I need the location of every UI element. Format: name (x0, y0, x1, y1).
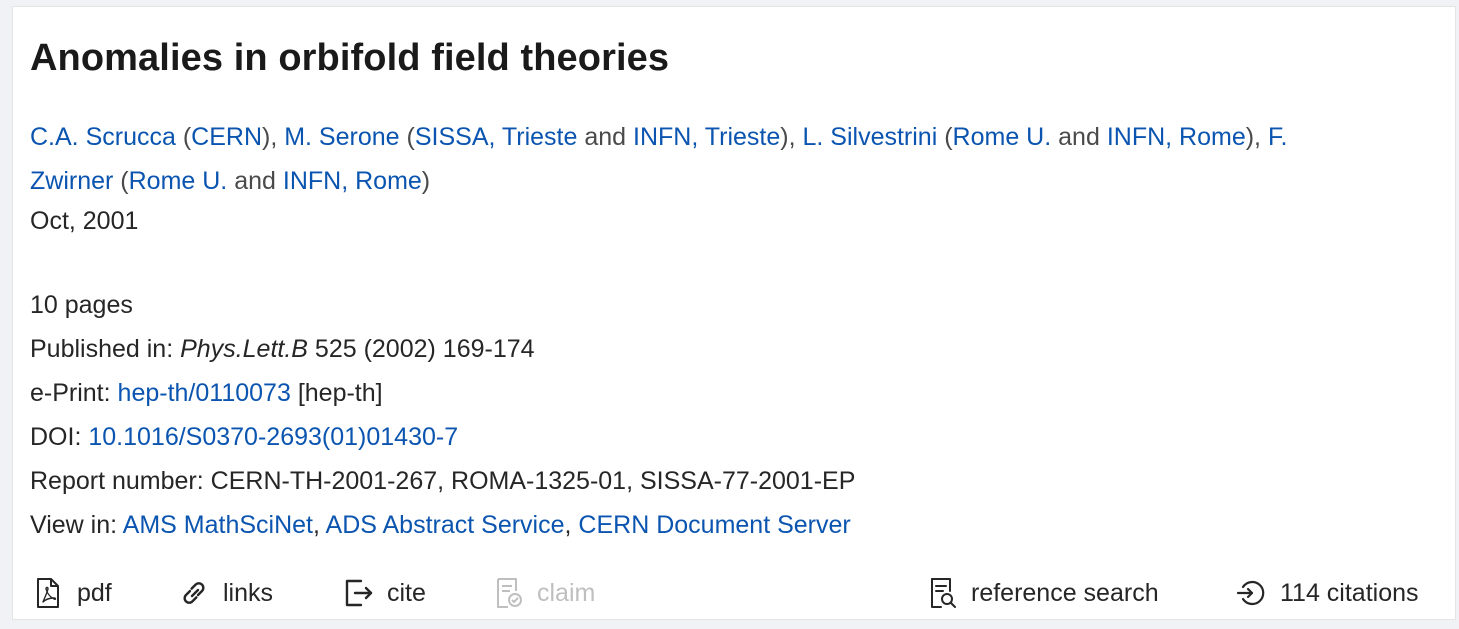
affiliation-link[interactable]: CERN (191, 123, 262, 151)
affiliation-link[interactable]: Rome U. (129, 167, 228, 195)
claim-button: claim (493, 573, 595, 613)
links-button[interactable]: links (179, 573, 273, 613)
file-pdf-icon (37, 578, 59, 608)
citations-button[interactable]: 114 citations (1236, 573, 1419, 613)
pdf-label: pdf (77, 578, 112, 607)
links-label: links (223, 578, 274, 607)
doi-link[interactable]: 10.1016/S0370-2693(01)01430-7 (88, 423, 458, 451)
doi-info: DOI: 10.1016/S0370-2693(01)01430-7 (30, 423, 458, 452)
link-icon (183, 582, 205, 604)
literature-record-card: Anomalies in orbifold field theories C.A… (12, 6, 1456, 620)
author-link[interactable]: M. Serone (284, 123, 399, 151)
publication-details: 525 (2002) 169-174 (314, 335, 535, 363)
affiliation-joiner: and (234, 167, 276, 195)
eprint-label: e-Print: (30, 379, 111, 407)
report-numbers: CERN-TH-2001-267, ROMA-1325-01, SISSA-77… (210, 467, 856, 495)
view-in-label: View in: (30, 511, 118, 539)
cds-link[interactable]: CERN Document Server (578, 511, 850, 539)
cite-label: cite (387, 578, 426, 607)
citations-label: 114 citations (1280, 578, 1419, 607)
doi-label: DOI: (30, 423, 82, 451)
affiliation-link[interactable]: INFN, Rome (283, 167, 422, 195)
author-link[interactable]: L. Silvestrini (803, 123, 938, 151)
cite-button[interactable]: cite (343, 573, 426, 613)
page-count: 10 pages (30, 291, 133, 319)
affiliation-link[interactable]: Rome U. (953, 123, 1052, 151)
pdf-button[interactable]: pdf (33, 573, 112, 613)
affiliation-joiner: and (1058, 123, 1100, 151)
ads-link[interactable]: ADS Abstract Service (326, 511, 565, 539)
journal-name: Phys.Lett.B (180, 335, 308, 363)
reference-search-button[interactable]: reference search (927, 573, 1159, 613)
export-icon (345, 579, 373, 607)
published-label: Published in: (30, 335, 174, 363)
record-title[interactable]: Anomalies in orbifold field theories (30, 37, 669, 80)
affiliation-link[interactable]: SISSA, Trieste (415, 123, 578, 151)
author-link[interactable]: C.A. Scrucca (30, 123, 176, 151)
publication-info: Published in: Phys.Lett.B 525 (2002) 169… (30, 335, 535, 364)
author-list: C.A. Scrucca (CERN), M. Serone (SISSA, T… (30, 123, 1288, 195)
login-icon (1236, 580, 1265, 606)
file-claim-icon (497, 578, 522, 608)
affiliation-link[interactable]: INFN, Trieste (633, 123, 780, 151)
eprint-link[interactable]: hep-th/0110073 (118, 379, 291, 407)
eprint-category: [hep-th] (297, 379, 383, 407)
affiliation-joiner: and (584, 123, 627, 151)
record-date: Oct, 2001 (30, 207, 139, 235)
affiliation-link[interactable]: INFN, Rome (1107, 123, 1246, 151)
reference-search-label: reference search (971, 578, 1159, 607)
eprint-info: e-Print: hep-th/0110073 [hep-th] (30, 379, 383, 408)
mathscinet-link[interactable]: AMS MathSciNet (123, 511, 313, 539)
claim-label: claim (537, 578, 596, 607)
view-in-info: View in: AMS MathSciNet, ADS Abstract Se… (30, 511, 851, 539)
file-search-icon (931, 578, 956, 608)
report-number-info: Report number: CERN-TH-2001-267, ROMA-13… (30, 467, 855, 496)
report-label: Report number: (30, 467, 204, 495)
